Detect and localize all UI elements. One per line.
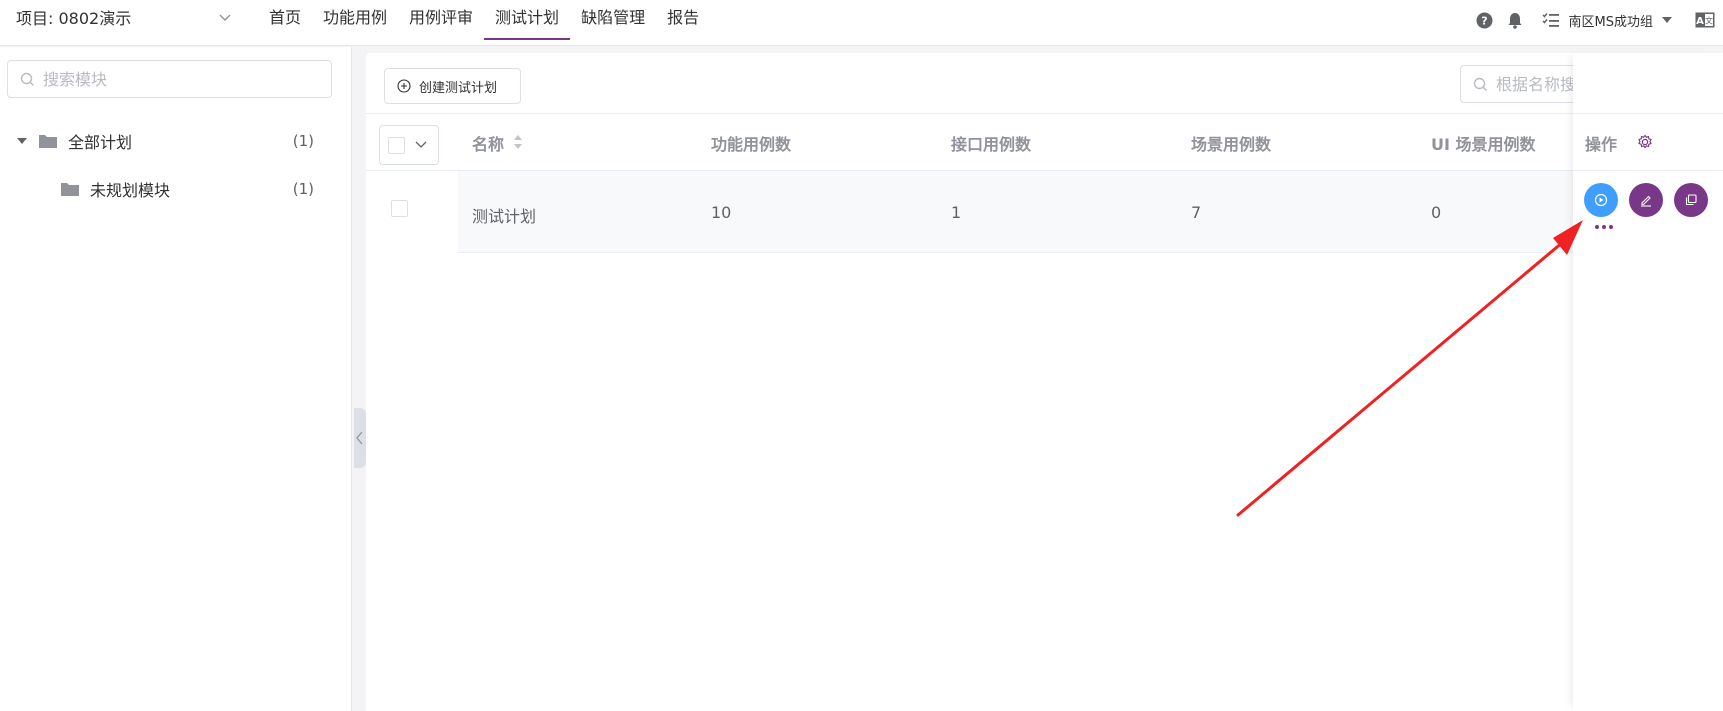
column-header-name[interactable]: 名称	[472, 131, 504, 155]
cell-name[interactable]: 测试计划	[472, 203, 536, 227]
search-icon	[1473, 77, 1487, 91]
caret-down-icon[interactable]	[1661, 14, 1673, 26]
column-header-operations: 操作	[1585, 135, 1618, 154]
run-plan-button[interactable]	[1584, 183, 1618, 217]
table-row[interactable]: 测试计划 10 1 7 0	[458, 171, 1723, 253]
svg-text:A: A	[1696, 16, 1704, 27]
column-header-api: 接口用例数	[951, 135, 1032, 154]
task-list-icon[interactable]	[1541, 10, 1561, 30]
cell-scenario-count: 7	[1191, 203, 1202, 222]
cell-functional-count: 10	[711, 203, 732, 222]
chevron-down-icon[interactable]	[415, 141, 427, 149]
nav-report[interactable]: 报告	[656, 0, 710, 40]
copy-plan-button[interactable]	[1674, 183, 1708, 217]
svg-text:?: ?	[1481, 14, 1487, 27]
tree-node-unplanned[interactable]: 未规划模块 (1)	[60, 177, 346, 201]
project-selector[interactable]: 项目: 0802演示	[16, 8, 131, 30]
edit-plan-button[interactable]	[1629, 183, 1663, 217]
module-search-box[interactable]	[7, 60, 332, 98]
play-circle-icon	[1594, 193, 1608, 207]
plus-circle-icon	[397, 79, 411, 93]
workspace-name[interactable]: 南区MS成功组	[1569, 11, 1653, 30]
bell-icon[interactable]	[1505, 10, 1525, 30]
operations-column: 操作	[1573, 53, 1723, 711]
chevron-left-icon	[356, 431, 363, 445]
nav-defects[interactable]: 缺陷管理	[570, 0, 656, 40]
tree-node-all-plans[interactable]: 全部计划 (1)	[16, 129, 346, 153]
create-test-plan-label: 创建测试计划	[419, 80, 498, 96]
gear-icon[interactable]	[1637, 134, 1653, 150]
copy-icon	[1685, 194, 1697, 206]
cell-api-count: 1	[951, 203, 962, 222]
nav-test-plan[interactable]: 测试计划	[484, 0, 571, 40]
language-icon[interactable]: A文	[1695, 10, 1715, 30]
nav-case-review[interactable]: 用例评审	[398, 0, 484, 40]
tree-node-count: (1)	[292, 180, 314, 198]
top-right-tools: ? 南区MS成功组 A文	[1465, 0, 1723, 40]
svg-text:文: 文	[1705, 16, 1713, 26]
nav-functional-cases[interactable]: 功能用例	[312, 0, 398, 40]
sidebar-collapse-handle[interactable]	[354, 408, 366, 468]
help-icon[interactable]: ?	[1475, 10, 1495, 30]
folder-icon	[61, 183, 79, 196]
table-header: 名称 功能用例数 接口用例数 场景用例数 UI 场景用例数	[366, 113, 1723, 171]
create-test-plan-button[interactable]: 创建测试计划	[384, 68, 521, 104]
more-actions-icon[interactable]	[1595, 225, 1613, 229]
top-bar: 项目: 0802演示 首页 功能用例 用例评审 测试计划 缺陷管理 报告 ? 南…	[0, 0, 1723, 46]
column-header-ui-scenario: UI 场景用例数	[1431, 135, 1536, 154]
row-checkbox[interactable]	[391, 200, 408, 217]
select-all-dropdown[interactable]	[379, 125, 439, 165]
operations-header: 操作	[1573, 113, 1723, 171]
sort-icon[interactable]	[513, 134, 523, 150]
tree-node-count: (1)	[292, 132, 314, 150]
chevron-down-icon[interactable]	[218, 10, 232, 24]
caret-down-icon[interactable]	[16, 135, 28, 147]
folder-icon	[39, 135, 57, 148]
search-icon	[20, 72, 34, 86]
cell-ui-scenario-count: 0	[1431, 203, 1442, 222]
nav-home[interactable]: 首页	[258, 0, 312, 40]
column-header-scenario: 场景用例数	[1191, 135, 1272, 154]
column-header-functional: 功能用例数	[711, 135, 792, 154]
tree-node-label: 全部计划	[68, 133, 133, 152]
test-plan-panel: 创建测试计划 名称 功能用例数 接口用例数 场景用例数 UI 场景用例数 测试计…	[366, 53, 1723, 711]
module-sidebar: 全部计划 (1) 未规划模块 (1)	[0, 47, 352, 711]
main-nav: 首页 功能用例 用例评审 测试计划 缺陷管理 报告	[258, 0, 710, 44]
module-search-input[interactable]	[43, 69, 303, 89]
select-all-checkbox[interactable]	[388, 136, 405, 154]
edit-icon	[1641, 195, 1651, 207]
tree-node-label: 未规划模块	[90, 181, 171, 200]
